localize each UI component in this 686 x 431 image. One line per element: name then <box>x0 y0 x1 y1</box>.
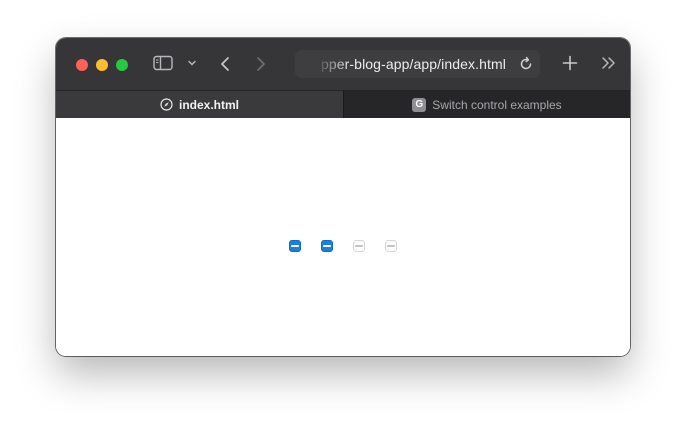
indeterminate-dash <box>387 245 395 247</box>
new-tab-icon[interactable] <box>562 55 578 71</box>
checkbox-indeterminate-2[interactable] <box>321 240 333 252</box>
zoom-window-button[interactable] <box>116 59 128 71</box>
g-favicon-icon: G <box>412 97 427 112</box>
forward-icon[interactable] <box>255 55 267 73</box>
address-bar[interactable]: pper-blog-app/app/index.html <box>295 50 540 78</box>
tab-switch-control-examples[interactable]: G Switch control examples <box>343 91 630 118</box>
browser-window: pper-blog-app/app/index.html index.html … <box>56 38 630 356</box>
close-window-button[interactable] <box>76 59 88 71</box>
tab-label: index.html <box>178 97 239 112</box>
checkbox-disabled-1 <box>353 240 365 252</box>
tab-label: Switch control examples <box>432 97 562 112</box>
indeterminate-dash <box>323 245 331 247</box>
checkbox-disabled-2 <box>385 240 397 252</box>
overflow-icon[interactable] <box>601 56 617 70</box>
tab-index-html[interactable]: index.html <box>56 91 343 118</box>
browser-toolbar: pper-blog-app/app/index.html <box>56 38 630 90</box>
compass-icon <box>160 98 173 111</box>
screenshot-stage: pper-blog-app/app/index.html index.html … <box>0 0 686 431</box>
favicon-letter: G <box>412 97 427 112</box>
checkbox-indeterminate-1[interactable] <box>289 240 301 252</box>
reload-icon[interactable] <box>518 56 534 72</box>
minimize-window-button[interactable] <box>96 59 108 71</box>
tab-bar: index.html G Switch control examples <box>56 90 630 118</box>
indeterminate-dash <box>355 245 363 247</box>
chevron-down-icon[interactable] <box>186 58 198 68</box>
page-content <box>56 118 630 356</box>
sidebar-icon[interactable] <box>153 55 173 71</box>
url-fade <box>295 50 349 78</box>
back-icon[interactable] <box>219 55 231 73</box>
indeterminate-dash <box>291 245 299 247</box>
